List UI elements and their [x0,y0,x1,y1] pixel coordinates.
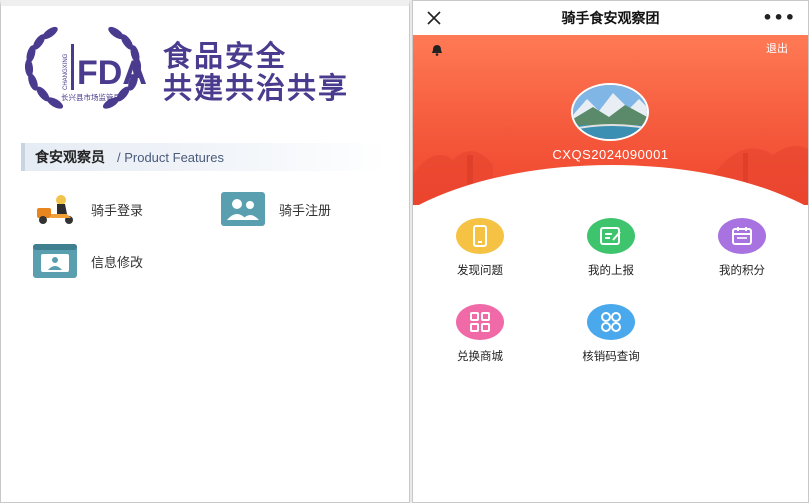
page-title: 骑手食安观察团 [561,11,660,27]
menu-label: 我的上报 [588,263,634,277]
close-icon[interactable] [425,9,443,27]
title-bar: 骑手食安观察团 ••• [413,1,808,35]
feature-label: 骑手登录 [91,203,144,219]
menu-exchange-store[interactable]: 兑换商城 [425,304,535,364]
scooter-rider-icon [33,192,77,226]
logo-abbr: FDA [77,54,147,92]
menu-label: 我的积分 [719,263,765,277]
slogan-line2: 共建共治共享 [163,71,350,105]
users-icon [221,192,265,226]
profile-edit-button[interactable]: 信息修改 [33,244,143,278]
slogan-line1: 食品安全 [163,39,288,73]
avatar [571,83,649,141]
menu-my-points[interactable]: 我的积分 [687,218,797,278]
menu-my-reports[interactable]: 我的上报 [556,218,666,278]
section-title: 食安观察员 [35,150,105,166]
profile-hero: 退出 CXQS2024090001 [413,35,808,205]
rider-register-button[interactable]: 骑手注册 [221,192,331,226]
menu-label: 兑换商城 [457,349,503,363]
logo-bottom-text: 长兴县市场监管局 [61,92,121,102]
slogan: 食品安全 共建共治共享 [163,40,349,104]
feature-label: 信息修改 [91,255,144,271]
phone-icon [456,218,504,254]
rider-login-button[interactable]: 骑手登录 [33,192,143,226]
logo-arc-text: CHANGXING [63,53,69,90]
more-menu-button[interactable]: ••• [762,8,796,27]
fda-logo: FDA CHANGXING 长兴县市场监管局 [19,20,147,120]
menu-label: 发现问题 [457,263,503,277]
calendar-icon [718,218,766,254]
section-header: 食安观察员 / Product Features [21,143,387,171]
qrcode-icon [456,304,504,340]
menu-find-issue[interactable]: 发现问题 [425,218,535,278]
grid-clover-icon [587,304,635,340]
menu-code-lookup[interactable]: 核销码查询 [556,304,666,364]
left-panel: FDA CHANGXING 长兴县市场监管局 食品安全 共建共治共享 食安观察员… [0,0,410,503]
menu-label: 核销码查询 [582,349,640,363]
section-subtitle: / Product Features [117,149,224,165]
edit-report-icon [587,218,635,254]
right-panel: 骑手食安观察团 ••• 退出 CXQS2024090001 发现问题 我的上报 … [412,0,809,503]
logout-button[interactable]: 退出 [766,40,788,56]
feature-label: 骑手注册 [279,203,332,219]
user-id: CXQS2024090001 [552,147,669,162]
profile-card-icon [33,244,77,278]
bell-icon[interactable] [431,41,443,60]
